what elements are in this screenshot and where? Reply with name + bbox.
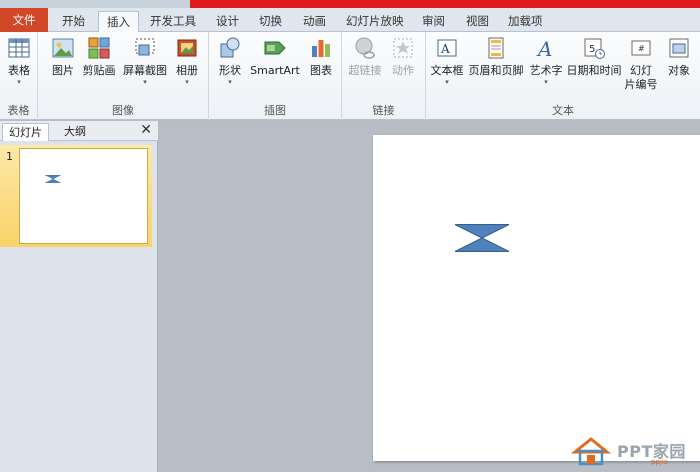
slides-panel-tabs: 幻灯片 大纲 ✕	[0, 121, 158, 141]
svg-text:5: 5	[589, 44, 595, 55]
album-button[interactable]: 相册 ▾	[172, 36, 202, 86]
ribbon: 表格 ▾ 表格 图片 剪贴画 屏幕截图 ▾ 相册 ▾ 图像 形状 ▾ Smart…	[0, 32, 700, 120]
slide-thumbnail[interactable]	[19, 148, 148, 244]
chevron-down-icon: ▾	[143, 78, 147, 86]
action-star-icon	[393, 38, 413, 58]
textbox-label: 文本框	[430, 64, 464, 77]
tab-addins[interactable]: 加载项	[500, 11, 551, 32]
screenshot-icon	[135, 38, 155, 56]
chevron-down-icon: ▾	[228, 78, 232, 86]
globe-link-icon	[355, 37, 375, 59]
slide-number-label-1: 幻灯	[630, 64, 652, 77]
chevron-down-icon: ▾	[185, 78, 189, 86]
tab-file[interactable]: 文件	[0, 8, 48, 32]
tab-slideshow[interactable]: 幻灯片放映	[338, 11, 412, 32]
chevron-down-icon: ▾	[445, 78, 449, 86]
slides-panel: 幻灯片 大纲 ✕ 1	[0, 121, 158, 472]
svg-text:A: A	[440, 42, 450, 56]
chart-label: 图表	[310, 64, 332, 77]
wordart-icon: A	[536, 37, 552, 60]
tab-design[interactable]: 设计	[208, 11, 247, 32]
action-button[interactable]: 动作	[388, 36, 418, 78]
object-icon	[669, 38, 689, 58]
smartart-icon	[264, 41, 286, 55]
watermark: PPT家园 ppjia	[571, 434, 696, 466]
hyperlink-label: 超链接	[348, 64, 382, 77]
svg-text:#: #	[638, 44, 645, 53]
slide-canvas[interactable]	[373, 135, 700, 461]
group-text: A 文本框 ▾ 页眉和页脚 A 艺术字 ▾ 5 日期和时间 # 幻灯 片编号 对…	[426, 32, 700, 120]
chart-button[interactable]: 图表	[307, 36, 335, 78]
bowtie-shape[interactable]	[455, 224, 509, 252]
calendar-clock-icon: 5	[584, 38, 605, 59]
group-illustrations-label: 插图	[264, 104, 286, 117]
chevron-down-icon: ▾	[544, 78, 548, 86]
tab-outline[interactable]: 大纲	[58, 123, 92, 141]
header-footer-label: 页眉和页脚	[468, 64, 524, 77]
screenshot-button[interactable]: 屏幕截图 ▾	[122, 36, 168, 86]
bowtie-shape-thumbnail	[44, 175, 62, 183]
picture-button[interactable]: 图片	[48, 36, 78, 78]
textbox-button[interactable]: A 文本框 ▾	[430, 36, 464, 86]
group-illustrations: 形状 ▾ SmartArt 图表 插图	[209, 32, 342, 120]
chevron-down-icon: ▾	[17, 78, 21, 86]
bar-chart-icon	[312, 40, 330, 57]
title-bar-highlight	[190, 0, 700, 8]
textbox-icon: A	[437, 39, 457, 57]
tab-insert[interactable]: 插入	[98, 11, 139, 33]
slide-number-label-2: 片编号	[624, 78, 658, 91]
group-tables: 表格 ▾ 表格	[0, 32, 38, 120]
object-label: 对象	[668, 64, 690, 77]
object-button[interactable]: 对象	[664, 36, 694, 78]
action-label: 动作	[392, 64, 414, 77]
smartart-button[interactable]: SmartArt	[249, 36, 301, 78]
group-tables-label: 表格	[7, 104, 30, 117]
tab-slides[interactable]: 幻灯片	[2, 123, 49, 141]
shapes-button[interactable]: 形状 ▾	[215, 36, 245, 86]
shapes-label: 形状	[219, 64, 241, 77]
smartart-label: SmartArt	[250, 64, 300, 77]
group-links-label: 链接	[372, 104, 395, 117]
svg-text:A: A	[536, 37, 552, 60]
datetime-label: 日期和时间	[566, 64, 622, 77]
clipart-button[interactable]: 剪贴画	[81, 36, 117, 78]
slide-number-button[interactable]: # 幻灯 片编号	[624, 36, 658, 92]
tab-transitions[interactable]: 切换	[251, 11, 290, 32]
clipart-icon	[88, 37, 110, 59]
title-bar	[0, 0, 700, 8]
table-label: 表格	[8, 64, 30, 77]
clipart-label: 剪贴画	[82, 64, 116, 77]
table-button[interactable]: 表格 ▾	[4, 36, 34, 86]
shapes-icon	[220, 37, 240, 58]
slide-number-icon: #	[631, 40, 651, 56]
screenshot-label: 屏幕截图	[123, 64, 167, 77]
wordart-button[interactable]: A 艺术字 ▾	[527, 36, 565, 86]
house-logo-icon	[571, 437, 611, 466]
group-text-label: 文本	[552, 104, 574, 117]
slide-number: 1	[6, 150, 13, 163]
album-label: 相册	[176, 64, 198, 77]
group-links: 超链接 动作 链接	[342, 32, 426, 120]
hyperlink-button[interactable]: 超链接	[347, 36, 383, 78]
tab-developer[interactable]: 开发工具	[142, 11, 204, 32]
group-images-label: 图像	[112, 104, 134, 117]
table-icon	[8, 38, 30, 58]
header-footer-button[interactable]: 页眉和页脚	[468, 36, 524, 78]
group-images: 图片 剪贴画 屏幕截图 ▾ 相册 ▾ 图像	[38, 32, 209, 120]
watermark-subtext: ppjia	[651, 458, 669, 466]
photo-album-icon	[177, 39, 197, 57]
wordart-label: 艺术字	[529, 64, 563, 77]
tab-animations[interactable]: 动画	[295, 11, 334, 32]
datetime-button[interactable]: 5 日期和时间	[566, 36, 622, 78]
tab-review[interactable]: 审阅	[414, 11, 453, 32]
picture-icon	[52, 38, 74, 58]
header-footer-icon	[488, 37, 504, 59]
tab-view[interactable]: 视图	[458, 11, 497, 32]
ribbon-tab-row: 文件 开始 插入 开发工具 设计 切换 动画 幻灯片放映 审阅 视图 加载项	[0, 8, 700, 33]
picture-label: 图片	[52, 64, 74, 77]
close-icon[interactable]: ✕	[140, 122, 152, 138]
slide-editing-area: PPT家园 ppjia	[159, 121, 700, 472]
tab-home[interactable]: 开始	[54, 11, 93, 32]
